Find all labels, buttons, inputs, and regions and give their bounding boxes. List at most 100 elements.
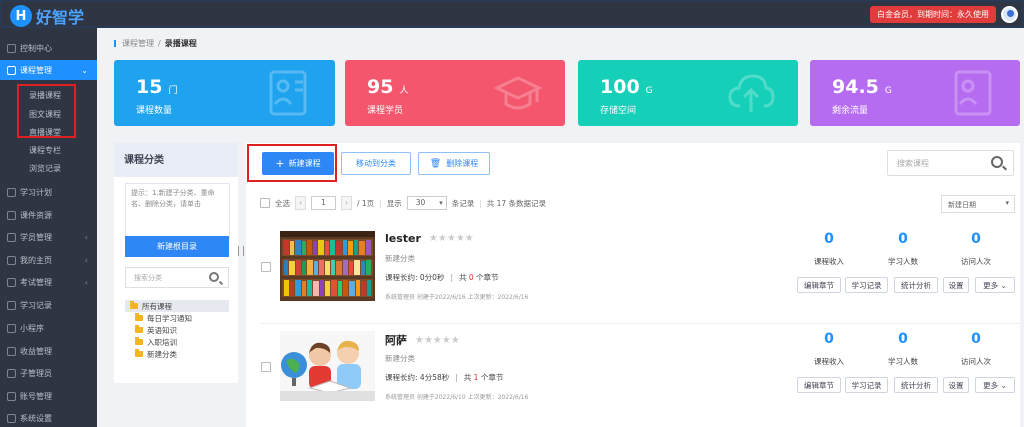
tree-item[interactable]: 英语知识 bbox=[125, 324, 229, 336]
dollar-icon bbox=[7, 391, 16, 401]
sidebar-item-study-plan[interactable]: 学习计划 bbox=[0, 182, 97, 202]
course-list-panel: + 新建课程 移动到分类 🗑 删除课程 搜索课程 全选 ‹ 1 › / 1页 | 显… bbox=[246, 143, 1020, 427]
prev-page-button[interactable]: ‹ bbox=[295, 196, 306, 210]
panel-resize-handle[interactable] bbox=[238, 246, 244, 256]
tree-item-all[interactable]: 所有课程 bbox=[125, 300, 229, 312]
sidebar-item-label: 学习记录 bbox=[20, 300, 52, 310]
row-checkbox[interactable] bbox=[261, 262, 271, 272]
course-meta: 课程长约: 4分58秒 | 共 1 个章节 bbox=[385, 373, 504, 382]
sidebar-item-exams[interactable]: 考试管理 ‹ bbox=[0, 272, 97, 292]
course-title[interactable]: lester ★★★★★ bbox=[385, 232, 474, 245]
page-input[interactable]: 1 bbox=[311, 196, 336, 210]
stat-value: 95 人 bbox=[367, 76, 409, 98]
traffic-doc-icon bbox=[954, 70, 992, 116]
search-icon[interactable] bbox=[991, 156, 1003, 168]
settings-button[interactable]: 设置 bbox=[943, 277, 969, 293]
tree-item[interactable]: 每日学习通知 bbox=[125, 312, 229, 324]
eye-icon bbox=[7, 187, 16, 197]
metric-income: 0 课程收入 bbox=[814, 331, 844, 366]
cloud-upload-icon bbox=[728, 74, 775, 112]
course-category: 新建分类 bbox=[385, 354, 415, 363]
logo-text: 好智学 bbox=[36, 8, 85, 27]
file-icon bbox=[7, 210, 16, 220]
row-checkbox[interactable] bbox=[261, 362, 271, 372]
sidebar-item-label: 账号管理 bbox=[20, 391, 52, 401]
sidebar-item-records[interactable]: 学习记录 bbox=[0, 295, 97, 315]
sidebar-item-label: 我的主页 bbox=[20, 255, 52, 265]
course-footer: 系统管理员 创建于2022/6/10 上次更新：2022/6/16 bbox=[385, 394, 529, 401]
new-root-button[interactable]: 新建根目录 bbox=[125, 236, 229, 257]
move-to-category-button[interactable]: 移动到分类 bbox=[341, 152, 411, 175]
sidebar-subitem-history[interactable]: 浏览记录 bbox=[0, 159, 97, 177]
gear-icon bbox=[7, 413, 16, 423]
metric-income: 0 课程收入 bbox=[814, 231, 844, 266]
delete-course-button[interactable]: 🗑 删除课程 bbox=[418, 152, 490, 175]
tree-item[interactable]: 入职培训 bbox=[125, 336, 229, 348]
next-page-button[interactable]: › bbox=[341, 196, 352, 210]
course-row: lester ★★★★★ 新建分类 课程长约: 0分0秒 | 共 0 个章节 系统管理… bbox=[246, 231, 1020, 331]
statistics-button[interactable]: 统计分析 bbox=[894, 277, 938, 293]
sidebar-item-dashboard[interactable]: 控制中心 bbox=[0, 38, 97, 58]
sidebar-item-homepage[interactable]: 我的主页 ‹ bbox=[0, 250, 97, 270]
category-search-input[interactable]: 搜索分类 bbox=[125, 267, 229, 288]
avatar[interactable] bbox=[1001, 6, 1018, 23]
more-button[interactable]: 更多 ⌄ bbox=[975, 277, 1015, 293]
settings-button[interactable]: 设置 bbox=[943, 377, 969, 393]
stat-value: 100 G bbox=[600, 76, 653, 98]
metric-visits: 0 访问人次 bbox=[961, 331, 991, 366]
sort-select[interactable]: 新建日期 bbox=[941, 195, 1015, 213]
sidebar-item-income[interactable]: 收益管理 bbox=[0, 341, 97, 361]
sidebar-item-label: 小程序 bbox=[20, 323, 44, 333]
sidebar-item-resources[interactable]: 课件资源 bbox=[0, 205, 97, 225]
book-icon bbox=[7, 65, 16, 75]
course-title[interactable]: 阿萨 ★★★★★ bbox=[385, 332, 460, 348]
records-label: 条记录 bbox=[451, 198, 475, 208]
breadcrumb-parent[interactable]: 课程管理 bbox=[122, 38, 154, 49]
study-records-button[interactable]: 学习记录 bbox=[845, 377, 888, 393]
stat-card-courses: 15 门 课程数量 bbox=[114, 60, 335, 126]
sidebar-item-settings[interactable]: 系统设置 bbox=[0, 408, 97, 427]
member-badge[interactable]: 白金会员，到期时间：永久使用 bbox=[870, 6, 996, 23]
course-category: 新建分类 bbox=[385, 254, 415, 263]
sidebar-item-course-management[interactable]: 课程管理 ⌄ bbox=[0, 60, 97, 80]
search-placeholder: 搜索课程 bbox=[897, 159, 929, 168]
page-icon bbox=[7, 255, 16, 265]
select-all-checkbox[interactable] bbox=[260, 198, 270, 208]
statistics-button[interactable]: 统计分析 bbox=[894, 377, 938, 393]
course-row: 阿萨 ★★★★★ 新建分类 课程长约: 4分58秒 | 共 1 个章节 系统管理员 创… bbox=[246, 331, 1020, 427]
chevron-left-icon: ‹ bbox=[84, 255, 88, 265]
logo[interactable]: H 好智学 bbox=[10, 4, 84, 28]
pager: 全选 ‹ 1 › / 1页 | 显示 30 条记录 | 共 17 条数据记录 bbox=[260, 195, 546, 211]
tree-item[interactable]: 新建分类 bbox=[125, 348, 229, 360]
highlight-box bbox=[247, 144, 337, 182]
category-tree: 所有课程 每日学习通知 英语知识 入职培训 新建分类 bbox=[125, 300, 229, 360]
edit-chapters-button[interactable]: 编辑章节 bbox=[797, 277, 841, 293]
course-doc-icon bbox=[269, 70, 307, 116]
course-thumbnail-bookshelf[interactable] bbox=[280, 231, 375, 301]
sidebar-item-miniapp[interactable]: 小程序 bbox=[0, 318, 97, 338]
sidebar-item-account[interactable]: 账号管理 bbox=[0, 386, 97, 406]
category-search-placeholder: 搜索分类 bbox=[134, 274, 162, 282]
top-bar: H 好智学 白金会员，到期时间：永久使用 bbox=[0, 0, 1024, 28]
sidebar-subitem-column[interactable]: 课程专栏 bbox=[0, 141, 97, 159]
record-icon bbox=[7, 300, 16, 310]
folder-icon bbox=[130, 301, 138, 309]
sidebar-item-students[interactable]: 学员管理 ‹ bbox=[0, 227, 97, 247]
chevron-down-icon: ⌄ bbox=[81, 65, 88, 75]
course-search-input[interactable]: 搜索课程 bbox=[887, 150, 1014, 176]
sidebar-item-label: 收益管理 bbox=[20, 346, 52, 356]
per-page-select[interactable]: 30 bbox=[406, 196, 447, 210]
select-all-label: 全选 bbox=[275, 198, 290, 208]
students-icon bbox=[7, 232, 16, 242]
stat-card-traffic: 94.5 G 剩余流量 bbox=[810, 60, 1020, 126]
stat-value: 15 门 bbox=[136, 76, 178, 98]
stat-label: 存储空间 bbox=[600, 106, 637, 116]
course-thumbnail-kids-reading[interactable] bbox=[280, 331, 375, 401]
course-footer: 系统管理员 创建于2022/6/16 上次更新：2022/6/16 bbox=[385, 294, 529, 301]
search-icon[interactable] bbox=[209, 272, 219, 282]
total-pages: / 1页 bbox=[357, 198, 375, 208]
edit-chapters-button[interactable]: 编辑章节 bbox=[797, 377, 841, 393]
sidebar-item-sub-admin[interactable]: 子管理员 bbox=[0, 363, 97, 383]
study-records-button[interactable]: 学习记录 bbox=[845, 277, 888, 293]
more-button[interactable]: 更多 ⌄ bbox=[975, 377, 1015, 393]
